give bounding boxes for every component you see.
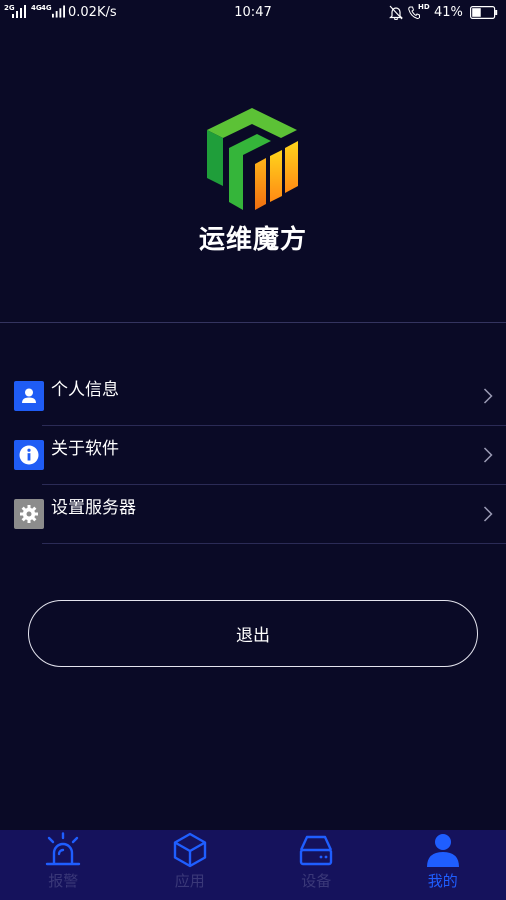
tab-label: 报警 (48, 872, 79, 890)
menu-item-personal-info[interactable]: 个人信息 (0, 367, 506, 426)
bottom-tab-bar: 报警 应用 设备 我的 (0, 830, 506, 900)
tab-label: 应用 (174, 872, 205, 890)
menu-item-server-settings[interactable]: 设置服务器 (0, 485, 506, 544)
menu-item-label: 个人信息 (51, 380, 119, 400)
chevron-right-icon (483, 447, 493, 463)
mute-bell-icon (389, 5, 403, 20)
user-icon (14, 381, 44, 411)
divider (0, 322, 506, 323)
battery-percent: 41% (434, 5, 463, 20)
status-bar: 2G 4G 4G 0.02K/s 10:47 HD 41% (0, 0, 506, 26)
menu-item-label: 设置服务器 (51, 498, 136, 518)
tab-devices[interactable]: 设备 (253, 830, 380, 900)
cube-icon (173, 832, 206, 868)
chevron-right-icon (483, 388, 493, 404)
clock: 10:47 (234, 5, 272, 20)
battery-icon (470, 6, 498, 19)
tab-mine[interactable]: 我的 (380, 830, 506, 900)
tab-label: 设备 (301, 872, 332, 890)
tab-alarm[interactable]: 报警 (0, 830, 127, 900)
menu-item-label: 关于软件 (51, 439, 119, 459)
hard-drive-icon (300, 835, 333, 866)
hd-label: HD (418, 3, 430, 11)
menu-item-about-software[interactable]: 关于软件 (0, 426, 506, 485)
app-title: 运维魔方 (198, 225, 307, 255)
logo-left-leg (207, 130, 223, 186)
tab-label: 我的 (427, 872, 458, 890)
logo-roof-band (207, 108, 297, 138)
logout-button[interactable]: 退出 (28, 600, 478, 667)
logo-bar-2 (270, 150, 282, 202)
settings-menu: 个人信息 关于软件 设置服务器 (0, 367, 506, 544)
info-icon (14, 440, 44, 470)
tab-apps[interactable]: 应用 (127, 830, 254, 900)
divider (42, 543, 506, 544)
logo-bar-1 (255, 158, 266, 210)
alarm-icon (46, 832, 81, 866)
logo-bar-3 (285, 141, 298, 193)
person-icon (426, 834, 459, 867)
app-logo (207, 108, 298, 210)
gear-icon (14, 499, 44, 529)
chevron-right-icon (483, 506, 493, 522)
